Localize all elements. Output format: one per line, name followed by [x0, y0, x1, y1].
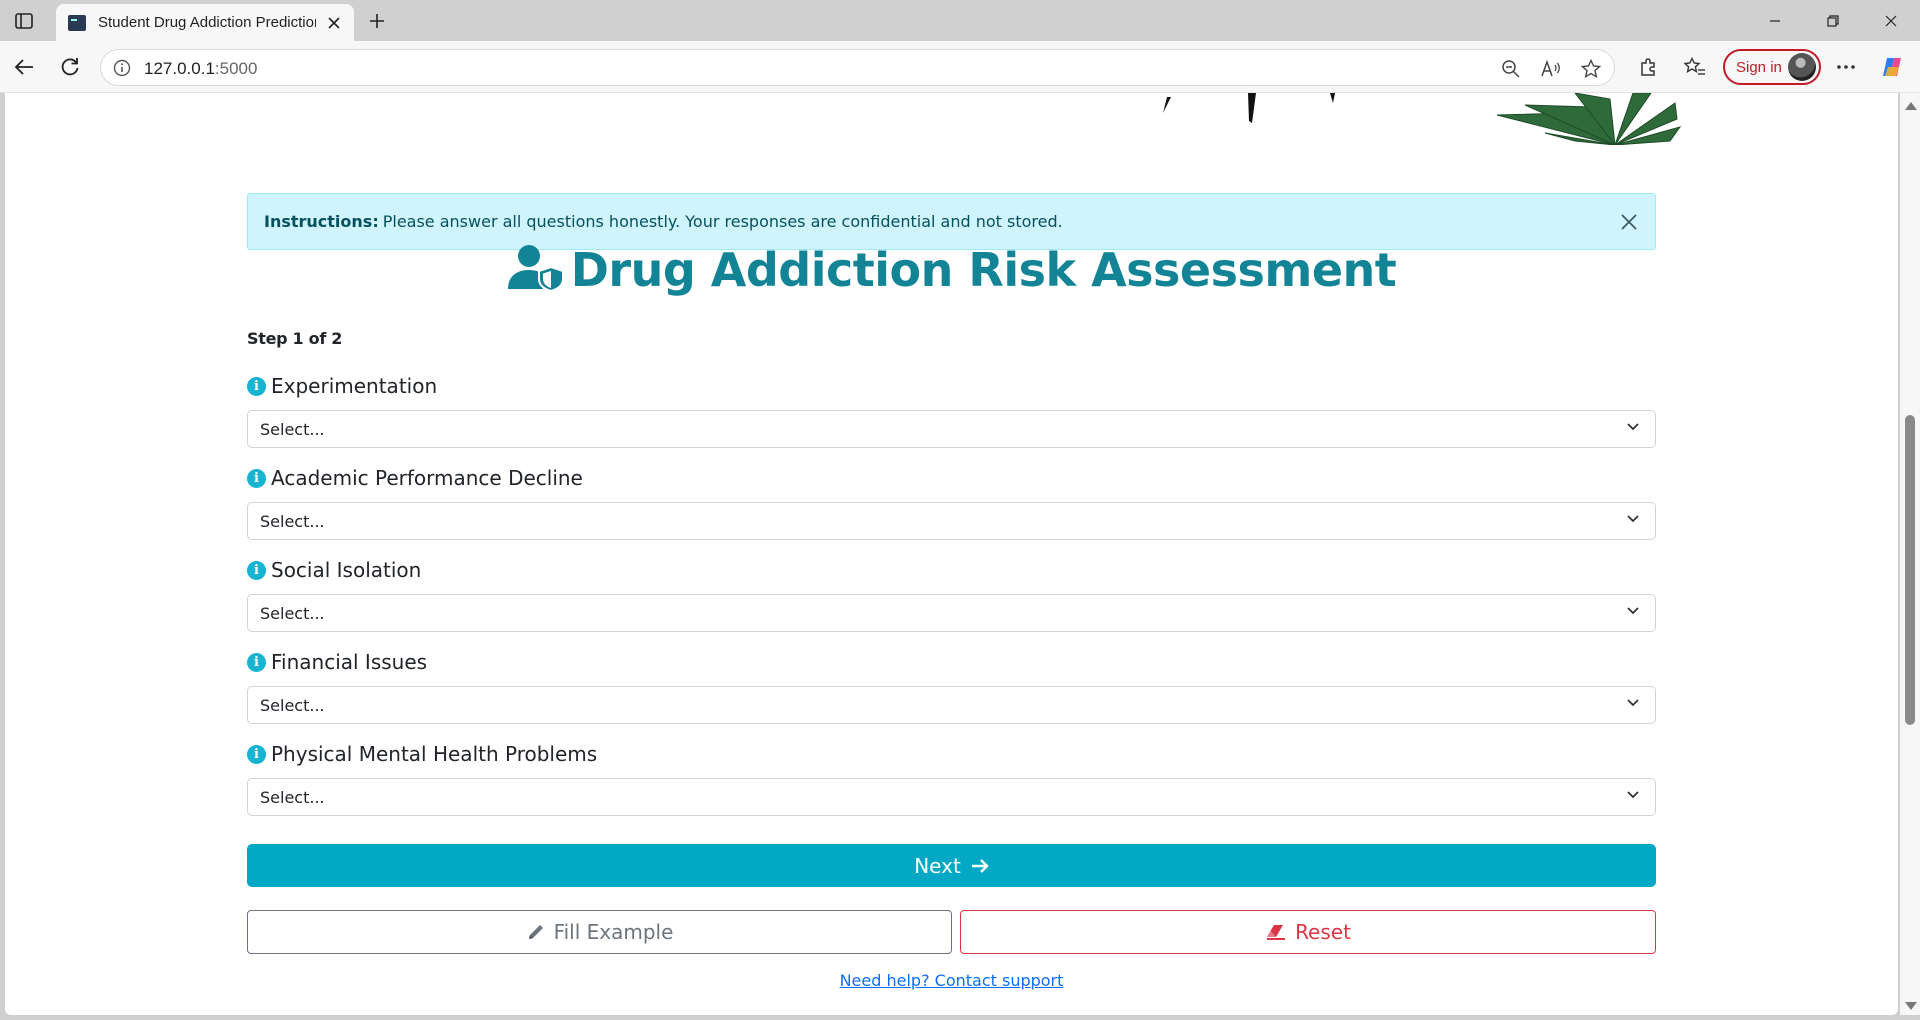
info-icon[interactable]: i — [247, 376, 266, 396]
extensions-icon[interactable] — [1634, 53, 1662, 81]
chevron-down-icon — [1627, 515, 1639, 523]
chevron-down-icon — [1627, 791, 1639, 799]
field-academic-performance-decline: i Academic Performance Decline Select... — [247, 464, 1656, 540]
more-menu-icon[interactable] — [1832, 53, 1860, 81]
close-alert-icon[interactable] — [1617, 210, 1641, 234]
alert-text: Please answer all questions honestly. Yo… — [382, 212, 1063, 231]
url-host: 127.0.0.1 — [144, 59, 215, 78]
help-support-link[interactable]: Need help? Contact support — [247, 971, 1656, 990]
page-title: Drug Addiction Risk Assessment — [247, 243, 1656, 302]
url-text: 127.0.0.1:5000 — [144, 59, 257, 79]
browser-tab[interactable]: Student Drug Addiction Prediction — [56, 4, 354, 41]
restore-icon[interactable] — [1804, 0, 1862, 41]
scroll-up-icon[interactable] — [1905, 102, 1917, 110]
select-value: Select... — [260, 787, 325, 807]
experimentation-select[interactable]: Select... — [247, 410, 1656, 448]
academic-performance-decline-select[interactable]: Select... — [247, 502, 1656, 540]
page-title-text: Drug Addiction Risk Assessment — [570, 243, 1397, 297]
back-arrow-icon[interactable] — [10, 53, 38, 81]
info-icon[interactable]: i — [247, 560, 266, 580]
field-label: Financial Issues — [271, 650, 428, 674]
next-label: Next — [914, 853, 961, 878]
field-label: Academic Performance Decline — [271, 466, 583, 490]
new-tab-icon[interactable] — [364, 8, 390, 34]
close-window-icon[interactable] — [1862, 0, 1920, 41]
field-social-isolation: i Social Isolation Select... — [247, 556, 1656, 632]
terminal-favicon-icon — [68, 14, 86, 31]
field-label: Physical Mental Health Problems — [271, 742, 598, 766]
chevron-down-icon — [1627, 423, 1639, 431]
social-isolation-select[interactable]: Select... — [247, 594, 1656, 632]
field-physical-mental-health-problems: i Physical Mental Health Problems Select.… — [247, 740, 1656, 816]
reset-button[interactable]: Reset — [960, 910, 1656, 954]
instructions-alert: Instructions: Please answer all question… — [247, 193, 1656, 250]
read-aloud-icon[interactable] — [1539, 57, 1563, 81]
financial-issues-select[interactable]: Select... — [247, 686, 1656, 724]
alert-strong-text: Instructions: — [264, 212, 379, 231]
minimize-icon[interactable] — [1746, 0, 1804, 41]
window-controls — [1746, 0, 1920, 41]
page-scrollbar[interactable] — [1900, 93, 1920, 1015]
sidebar-toggle-icon[interactable] — [12, 9, 36, 33]
select-value: Select... — [260, 603, 325, 623]
user-shield-icon — [507, 243, 565, 302]
sign-in-label: Sign in — [1736, 58, 1782, 76]
field-experimentation: i Experimentation Select... — [247, 372, 1656, 448]
zoom-out-icon[interactable] — [1499, 57, 1523, 81]
select-value: Select... — [260, 695, 325, 715]
physical-mental-health-problems-select[interactable]: Select... — [247, 778, 1656, 816]
address-bar[interactable]: 127.0.0.1:5000 — [100, 49, 1615, 86]
select-value: Select... — [260, 419, 325, 439]
fill-example-button[interactable]: Fill Example — [247, 910, 952, 954]
field-financial-issues: i Financial Issues Select... — [247, 648, 1656, 724]
field-label: Experimentation — [271, 374, 438, 398]
field-label: Social Isolation — [271, 558, 422, 582]
cannabis-leaf-image — [1163, 93, 1682, 145]
sign-in-button[interactable]: Sign in — [1723, 49, 1821, 85]
favorites-icon[interactable] — [1681, 53, 1709, 81]
close-tab-icon[interactable] — [324, 13, 344, 33]
url-port: :5000 — [214, 59, 258, 78]
pencil-icon — [528, 925, 543, 939]
fill-example-label: Fill Example — [553, 920, 674, 944]
refresh-icon[interactable] — [56, 53, 84, 81]
next-button[interactable]: Next — [247, 844, 1656, 887]
site-info-icon[interactable] — [113, 59, 131, 82]
info-icon[interactable]: i — [247, 468, 266, 488]
tab-title: Student Drug Addiction Prediction — [98, 14, 316, 31]
select-value: Select... — [260, 511, 325, 531]
browser-tab-bar: Student Drug Addiction Prediction — [0, 0, 1920, 41]
favorite-star-icon[interactable] — [1579, 57, 1603, 81]
chevron-down-icon — [1627, 607, 1639, 615]
chevron-down-icon — [1627, 699, 1639, 707]
browser-toolbar: 127.0.0.1:5000 Sign in — [0, 41, 1920, 93]
eraser-icon — [1267, 925, 1286, 940]
info-icon[interactable]: i — [247, 744, 266, 764]
avatar — [1788, 53, 1816, 81]
copilot-icon[interactable] — [1878, 53, 1906, 81]
arrow-right-icon — [971, 858, 989, 873]
page-viewport: Instructions: Please answer all question… — [5, 93, 1898, 1015]
reset-label: Reset — [1295, 920, 1351, 944]
step-indicator: Step 1 of 2 — [247, 329, 343, 348]
scroll-down-icon[interactable] — [1905, 1002, 1917, 1010]
info-icon[interactable]: i — [247, 652, 266, 672]
scrollbar-thumb[interactable] — [1905, 415, 1915, 725]
